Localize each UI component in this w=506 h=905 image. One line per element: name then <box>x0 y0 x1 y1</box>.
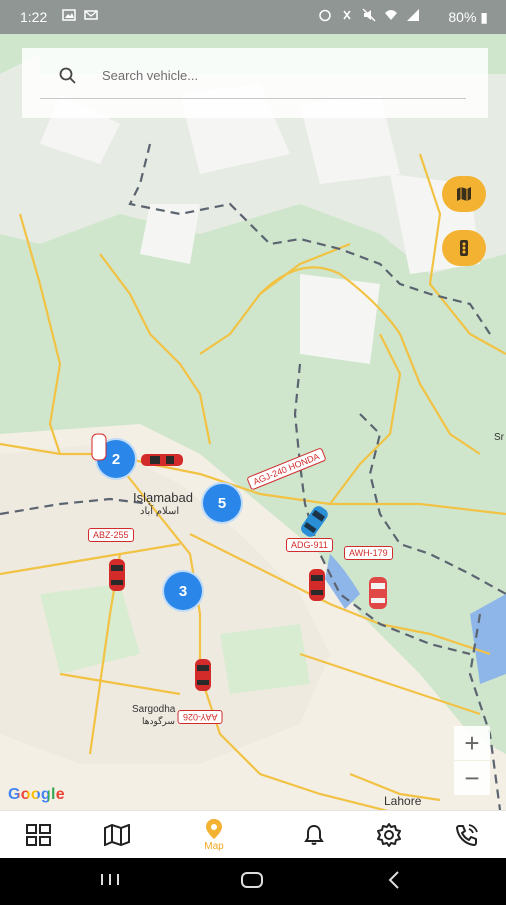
nav-settings[interactable] <box>359 811 419 859</box>
search-icon <box>58 66 78 86</box>
bottom-nav: Map <box>0 810 506 859</box>
place-label-sargodha: Sargodha <box>132 704 176 715</box>
traffic-light-icon <box>460 240 468 256</box>
bell-icon <box>304 824 324 845</box>
gear-icon <box>377 822 401 847</box>
place-label-edge: Sr <box>494 432 504 443</box>
vehicle-marker[interactable] <box>308 568 326 607</box>
mute-icon <box>362 8 376 22</box>
place-label-lahore: Lahore <box>384 794 422 808</box>
battery-level: 80% ▮ <box>448 9 488 25</box>
vehicle-marker[interactable] <box>140 452 184 473</box>
place-label-islamabad: Islamabad <box>133 490 193 505</box>
vehicle-cluster[interactable]: 3 <box>162 570 204 612</box>
nav-contact[interactable] <box>437 811 497 859</box>
nav-dashboard[interactable] <box>9 811 69 859</box>
vehicle-marker[interactable] <box>108 558 126 597</box>
search-input[interactable] <box>100 62 464 88</box>
status-time: 1:22 <box>20 9 48 25</box>
search-underline <box>40 98 466 99</box>
system-nav-bar <box>0 858 506 900</box>
mail-icon <box>84 8 98 22</box>
vehicle-plate[interactable]: ABZ-255 <box>88 528 134 542</box>
traffic-button[interactable] <box>442 230 486 266</box>
wifi-icon <box>384 8 398 22</box>
google-logo[interactable]: Google <box>8 786 65 804</box>
zoom-in-button[interactable]: + <box>454 726 490 760</box>
vehicle-plate[interactable]: AWH-179 <box>344 546 393 560</box>
map-layers-button[interactable] <box>442 176 486 212</box>
vehicle-marker[interactable] <box>368 576 388 615</box>
vehicle-cluster[interactable]: 5 <box>201 482 243 524</box>
nav-map[interactable]: Map <box>184 811 244 859</box>
recent-apps-icon[interactable] <box>101 874 119 885</box>
nfc-icon <box>340 8 354 22</box>
phone-call-icon <box>456 823 478 846</box>
place-label-islamabad-urdu: اسلام آباد <box>140 506 180 517</box>
signal-icon <box>406 8 420 22</box>
vehicle-plate[interactable]: AAY-026 <box>178 710 223 724</box>
home-icon[interactable] <box>241 872 263 888</box>
map-tiles <box>0 34 506 810</box>
nav-map-label: Map <box>204 841 224 852</box>
nav-notifications[interactable] <box>284 811 344 859</box>
vehicle-plate[interactable]: ADG-911 <box>286 538 333 552</box>
place-label-sargodha-urdu: سرگودھا <box>142 716 175 726</box>
alarm-icon <box>318 8 332 22</box>
vehicle-marker-pin[interactable] <box>90 432 108 467</box>
map-icon <box>457 187 471 201</box>
vehicle-marker[interactable] <box>194 658 212 697</box>
search-bar <box>22 48 488 118</box>
zoom-out-button[interactable]: − <box>454 761 490 795</box>
map-view[interactable]: 2 5 3 Islamabad اسلام آباد Sargodha سرگو… <box>0 34 506 810</box>
dashboard-icon <box>26 823 51 846</box>
status-bar: 1:22 80% ▮ <box>0 0 506 34</box>
back-icon[interactable] <box>388 871 399 889</box>
location-pin-icon <box>206 819 222 839</box>
gallery-icon <box>62 8 76 22</box>
map-icon <box>104 823 130 846</box>
nav-routes[interactable] <box>87 811 147 859</box>
